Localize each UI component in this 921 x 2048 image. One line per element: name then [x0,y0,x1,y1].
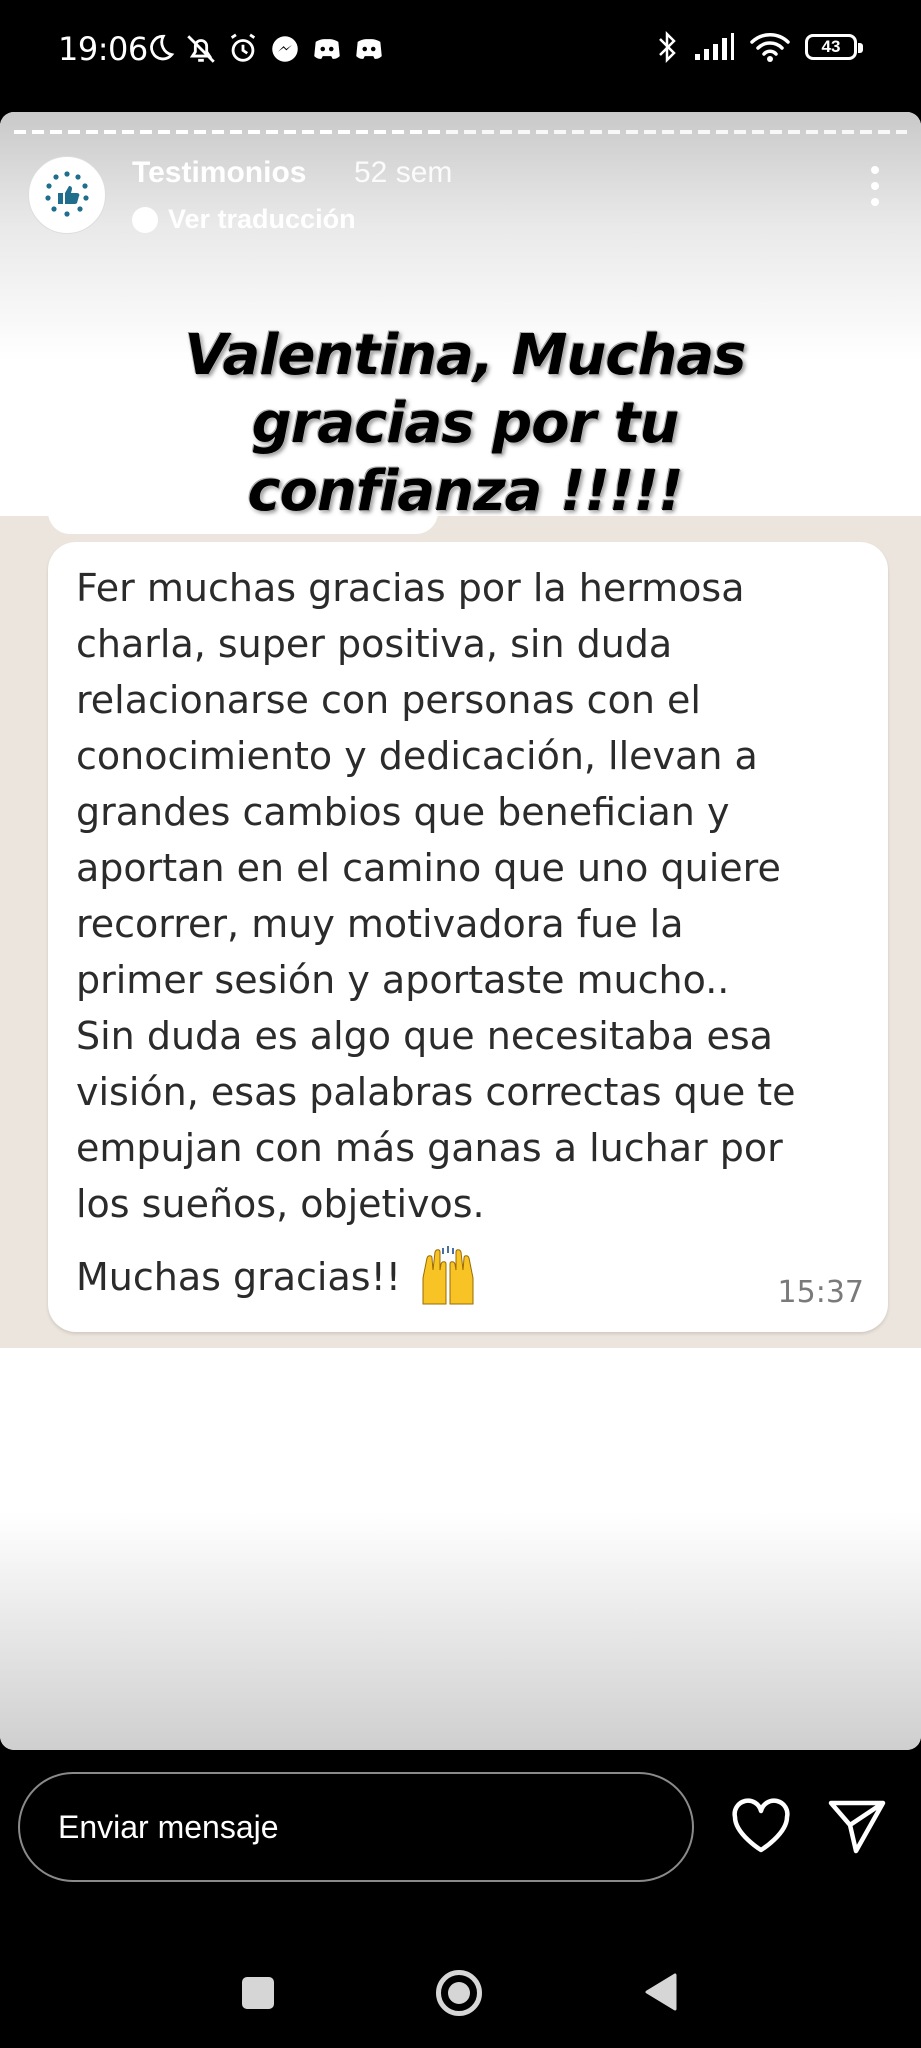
messenger-icon [272,36,298,62]
story-headline: Valentina, Muchas gracias por tu confian… [184,323,747,524]
raised-hands-emoji-icon [422,1246,474,1305]
message-text: Fer muchas gracias por la hermosa charla… [76,566,796,1226]
send-message-input[interactable]: Enviar mensaje [18,1772,694,1882]
story-bottom-shade [0,1512,921,1750]
story-progress-fill [14,130,443,134]
message-time: 15:37 [777,1275,864,1310]
more-options-icon[interactable] [869,166,881,206]
story-progress-bar [14,130,907,134]
notification-icons [142,32,386,66]
battery-icon: 43 [805,34,863,60]
signal-icon [695,33,734,60]
bluetooth-icon [659,30,676,64]
bell-off-icon [187,35,215,63]
wifi-icon [750,33,790,62]
message-bubble: Fer muchas gracias por la hermosa charla… [48,542,888,1332]
battery-level: 43 [821,37,841,56]
system-icons: 43 [655,30,863,64]
avatar[interactable] [28,156,106,234]
recent-apps-button[interactable] [242,1977,274,2009]
translate-link[interactable]: Ver traducción [132,204,356,235]
translate-icon [132,206,158,233]
home-button[interactable] [436,1970,482,2016]
translate-label: Ver traducción [168,204,356,234]
like-heart-icon[interactable] [730,1797,792,1855]
story-username[interactable]: Testimonios [132,156,306,190]
thumbs-up-stars-icon [45,171,89,217]
send-icon[interactable] [826,1797,888,1855]
discord-icon [314,39,340,59]
status-bar: 19:06 43 [0,0,921,110]
send-message-placeholder: Enviar mensaje [58,1808,279,1845]
status-time: 19:06 [58,30,148,68]
message-closing-text: Muchas gracias!! [76,1255,402,1299]
story-viewer[interactable]: Testimonios 52 sem Ver traducción Valent… [0,112,921,1750]
alarm-icon [230,33,256,62]
moon-icon [150,34,175,61]
back-button[interactable] [644,1972,678,2012]
message-closing: Muchas gracias!! [76,1244,481,1310]
discord-icon [356,39,382,59]
story-timestamp: 52 sem [354,156,453,189]
